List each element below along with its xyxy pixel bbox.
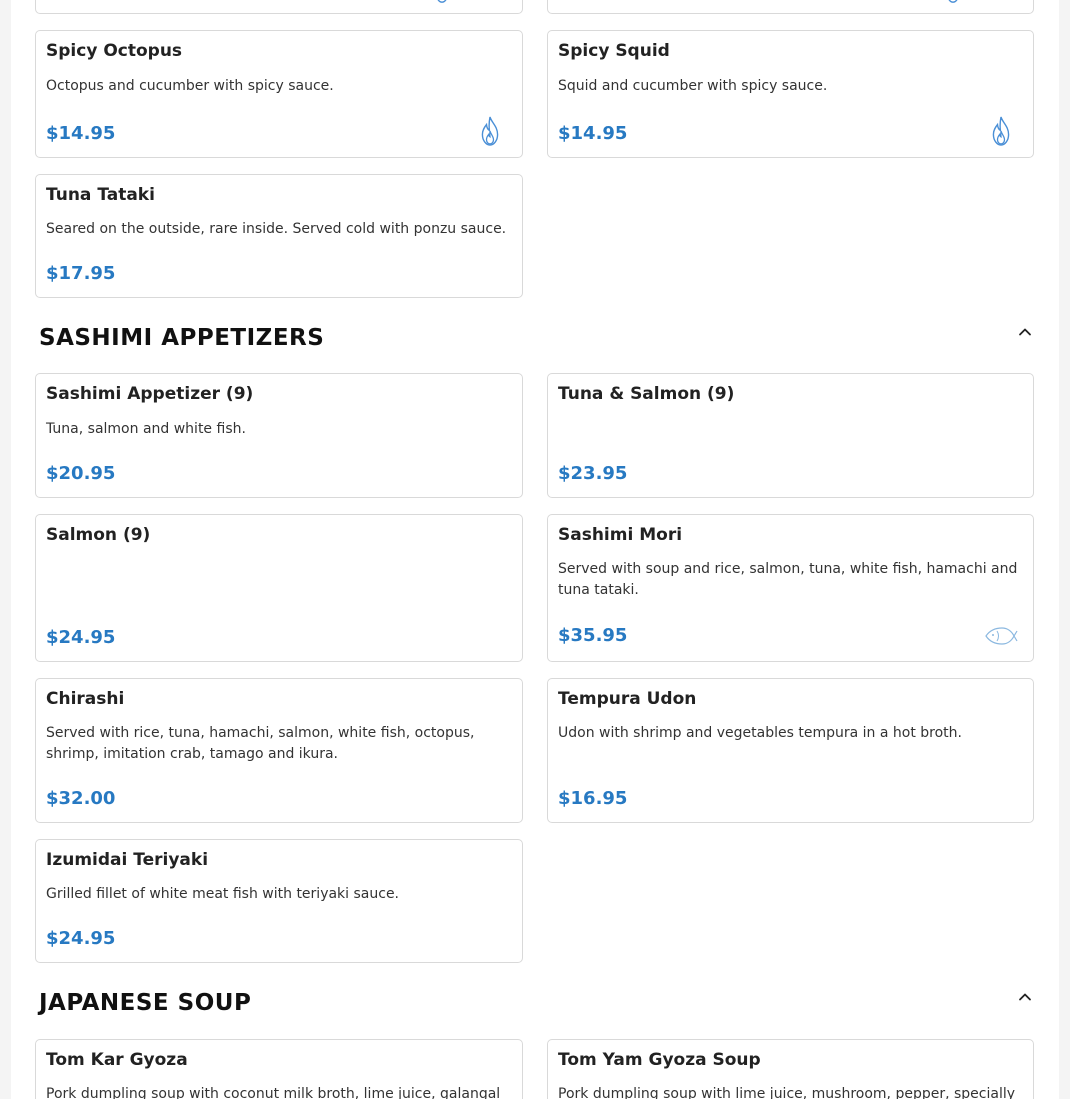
section-title: JAPANESE SOUP (39, 990, 252, 1016)
item-description: Seared on the outside, rare inside. Serv… (46, 221, 507, 237)
menu-item-card[interactable]: Sashimi Mori Served with soup and rice, … (547, 514, 1034, 662)
item-description: Tuna, salmon and white fish. (46, 421, 246, 437)
item-name: Sashimi Mori (558, 525, 683, 545)
item-description: Grilled fillet of white meat fish with t… (46, 886, 400, 902)
flame-icon (983, 113, 1019, 149)
menu-item-card[interactable]: Tuna & Salmon (9) $23.95 (547, 373, 1034, 498)
item-name: Izumidai Teriyaki (46, 850, 209, 870)
flame-icon (472, 113, 508, 149)
item-description: Octopus and cucumber with spicy sauce. (46, 78, 334, 94)
item-description: Squid and cucumber with spicy sauce. (558, 78, 828, 94)
menu-item-card[interactable]: Spicy Squid Squid and cucumber with spic… (547, 30, 1034, 158)
item-price: $16.95 (558, 788, 628, 809)
item-price: $17.95 (46, 263, 116, 284)
flame-icon (935, 0, 971, 11)
menu-item-card[interactable]: Sashimi Appetizer (9) Tuna, salmon and w… (35, 373, 523, 498)
item-name: Salmon (9) (46, 525, 151, 545)
menu-item-card[interactable]: Izumidai Teriyaki Grilled fillet of whit… (35, 839, 523, 963)
item-name: Tempura Udon (558, 689, 697, 709)
item-price: $20.95 (46, 463, 116, 484)
item-name: Tom Yam Gyoza Soup (558, 1050, 761, 1070)
menu-item-card[interactable]: Spicy Octopus Octopus and cucumber with … (35, 30, 523, 158)
menu-item-card[interactable]: Salmon (9) $24.95 (35, 514, 523, 662)
item-price: $14.95 (46, 123, 116, 144)
item-description: Served with soup and rice, salmon, tuna,… (558, 561, 1018, 598)
menu-item-card[interactable] (35, 0, 523, 14)
item-name: Tuna & Salmon (9) (558, 384, 735, 404)
item-name: Tuna Tataki (46, 185, 155, 205)
menu-item-card[interactable]: Tom Yam Gyoza Soup Pork dumpling soup wi… (547, 1039, 1034, 1099)
menu-item-card[interactable]: Chirashi Served with rice, tuna, hamachi… (35, 678, 523, 823)
item-description: Udon with shrimp and vegetables tempura … (558, 725, 962, 741)
menu-item-card[interactable]: Tom Kar Gyoza Pork dumpling soup with co… (35, 1039, 523, 1099)
item-description: Pork dumpling soup with coconut milk bro… (46, 1086, 501, 1099)
item-price: $14.95 (558, 123, 628, 144)
item-price: $35.95 (558, 625, 628, 646)
section-title: SASHIMI APPETIZERS (39, 325, 325, 351)
item-name: Spicy Octopus (46, 41, 183, 61)
fish-icon (983, 618, 1019, 654)
chevron-up-icon[interactable] (1013, 985, 1037, 1009)
item-description: Served with rice, tuna, hamachi, salmon,… (46, 725, 475, 762)
chevron-up-icon[interactable] (1013, 320, 1037, 344)
item-description: Pork dumpling soup with lime juice, mush… (558, 1086, 1016, 1099)
menu-item-card[interactable] (547, 0, 1034, 14)
flame-icon (424, 0, 460, 11)
item-name: Tom Kar Gyoza (46, 1050, 188, 1070)
item-price: $24.95 (46, 928, 116, 949)
item-price: $23.95 (558, 463, 628, 484)
menu-item-card[interactable]: Tempura Udon Udon with shrimp and vegeta… (547, 678, 1034, 823)
menu-item-card[interactable]: Tuna Tataki Seared on the outside, rare … (35, 174, 523, 298)
item-price: $24.95 (46, 627, 116, 648)
item-name: Spicy Squid (558, 41, 670, 61)
item-name: Chirashi (46, 689, 125, 709)
item-price: $32.00 (46, 788, 116, 809)
item-name: Sashimi Appetizer (9) (46, 384, 254, 404)
